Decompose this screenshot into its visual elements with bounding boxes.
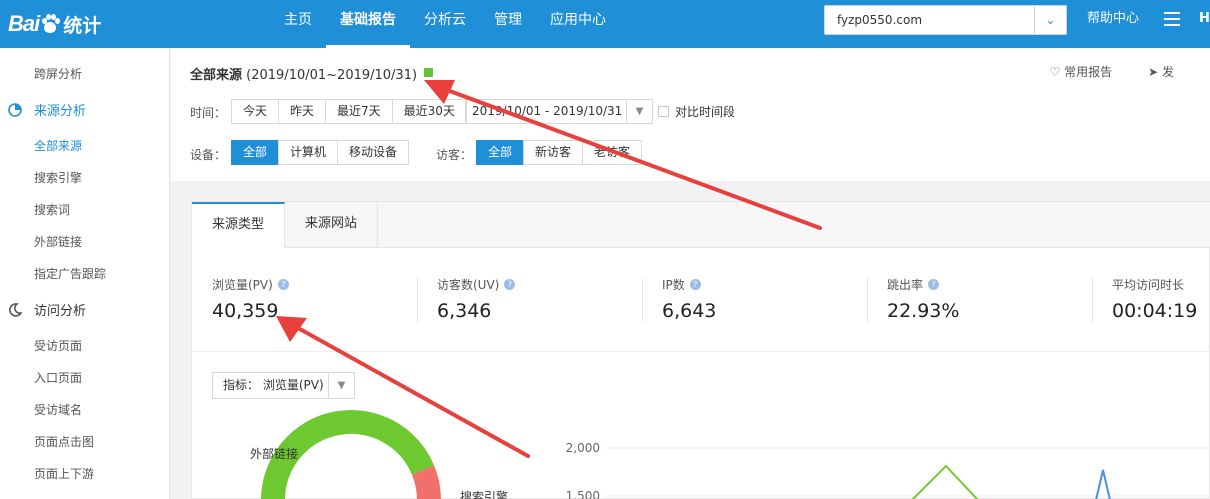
status-badge	[424, 68, 434, 77]
sidebar-item-search-engine[interactable]: 搜索引擎	[34, 169, 82, 186]
compare-period-label: 对比时间段	[675, 105, 736, 119]
page-title: 全部来源 (2019/10/01~2019/10/31)	[190, 64, 434, 83]
donut-slice-search-engine	[411, 465, 441, 499]
time-yesterday-button[interactable]: 昨天	[278, 99, 327, 124]
nav-app-center[interactable]: 应用中心	[536, 0, 620, 48]
pie-chart-icon	[8, 102, 22, 117]
donut-label-external-links: 外部链接	[250, 446, 298, 461]
sidebar-group-label: 访问分析	[34, 304, 87, 319]
checkbox-icon[interactable]	[658, 106, 669, 117]
series-line-blue	[1095, 469, 1111, 499]
baidu-tongji-logo[interactable]: Bai 统计	[8, 4, 101, 44]
user-menu[interactable]: H	[1199, 0, 1210, 38]
device-all-button[interactable]: 全部	[231, 140, 280, 165]
chevron-down-icon[interactable]: ⌄	[1034, 6, 1066, 34]
time-last30-button[interactable]: 最近30天	[391, 99, 467, 124]
main-nav: 主页 基础报告 分析云 管理 应用中心	[270, 0, 620, 48]
site-selector-value: fyzp0550.com	[837, 13, 923, 27]
date-range-picker[interactable]: 2019/10/01 - 2019/10/31 ▼	[465, 99, 653, 124]
logo-tongji: 统计	[63, 14, 102, 37]
sidebar-item-visited-pages[interactable]: 受访页面	[34, 337, 82, 354]
compare-period-checkbox[interactable]: 对比时间段	[658, 103, 735, 120]
paw-icon	[40, 14, 61, 34]
time-label: 时间：	[190, 106, 227, 120]
device-label: 设备：	[190, 148, 227, 162]
series-line-green	[911, 464, 979, 499]
help-center-link[interactable]: 帮助中心	[1087, 0, 1139, 38]
y-tick-label: 2,000	[566, 441, 600, 455]
report-title: 全部来源	[190, 68, 243, 83]
report-date-range: (2019/10/01~2019/10/31)	[246, 68, 418, 83]
device-filter: 全部 计算机 移动设备	[231, 140, 410, 165]
visitor-all-button[interactable]: 全部	[476, 140, 525, 165]
sidebar-item-external-links[interactable]: 外部链接	[34, 233, 82, 250]
line-chart: 2,000 1,500	[566, 441, 1210, 499]
sidebar-item-page-flow[interactable]: 页面上下游	[34, 465, 94, 482]
favorite-report-link[interactable]: ♡ 常用报告	[1050, 63, 1131, 80]
logo-text: Bai	[8, 11, 40, 36]
device-mobile-button[interactable]: 移动设备	[337, 140, 410, 165]
chart-area: 外部链接 搜索引擎 2,000 1,500	[250, 410, 1210, 499]
sidebar-item-ad-tracking[interactable]: 指定广告跟踪	[34, 265, 106, 282]
y-tick-label: 1,500	[566, 489, 600, 499]
top-links: ♡ 常用报告 ➤ 发	[1050, 63, 1210, 80]
chevron-down-icon[interactable]: ▼	[626, 100, 652, 123]
menu-icon[interactable]	[1164, 12, 1180, 26]
time-today-button[interactable]: 今天	[231, 99, 280, 124]
nav-analysis-cloud[interactable]: 分析云	[410, 0, 480, 48]
nav-home[interactable]: 主页	[270, 0, 326, 48]
visitor-returning-button[interactable]: 老访客	[582, 140, 643, 165]
sidebar-item-cross-screen[interactable]: 跨屏分析	[34, 65, 82, 82]
sidebar-group-source[interactable]: 来源分析	[8, 100, 86, 119]
device-computer-button[interactable]: 计算机	[278, 140, 339, 165]
sidebar-item-click-map[interactable]: 页面点击图	[34, 433, 94, 450]
nav-basic-reports[interactable]: 基础报告	[326, 0, 410, 48]
sidebar-item-all-sources[interactable]: 全部来源	[34, 137, 82, 154]
sidebar-item-entry-pages[interactable]: 入口页面	[34, 369, 82, 386]
visitor-new-button[interactable]: 新访客	[523, 140, 584, 165]
visitor-label: 访客：	[436, 148, 473, 162]
donut-label-search-engine: 搜索引擎	[460, 489, 508, 499]
donut-chart: 外部链接 搜索引擎	[250, 410, 508, 499]
moon-icon	[9, 302, 22, 317]
site-selector[interactable]: fyzp0550.com ⌄	[824, 5, 1067, 35]
report-header: 全部来源 (2019/10/01~2019/10/31) ♡ 常用报告 ➤ 发 …	[171, 48, 1210, 181]
visitor-filter: 全部 新访客 老访客	[476, 140, 643, 165]
date-range-value: 2019/10/01 - 2019/10/31	[472, 104, 623, 118]
top-nav-bar: Bai 统计 主页 基础报告 分析云 管理 应用中心 fyzp0550.com …	[0, 0, 1210, 48]
report-card: 来源类型 来源网站 浏览量(PV)? 40,359 访客数(UV)? 6,346…	[191, 201, 1210, 499]
time-quick-select: 今天 昨天 最近7天 最近30天	[231, 99, 467, 124]
time-last7-button[interactable]: 最近7天	[325, 99, 393, 124]
nav-manage[interactable]: 管理	[480, 0, 536, 48]
sidebar: 跨屏分析 来源分析 全部来源 搜索引擎 搜索词 外部链接 指定广告跟踪 访问分析…	[0, 48, 170, 499]
send-link[interactable]: ➤ 发	[1148, 63, 1192, 80]
sidebar-item-search-terms[interactable]: 搜索词	[34, 201, 70, 218]
sidebar-item-visited-domains[interactable]: 受访域名	[34, 401, 82, 418]
sidebar-group-label: 来源分析	[34, 104, 87, 119]
sidebar-group-visit[interactable]: 访问分析	[8, 300, 86, 319]
